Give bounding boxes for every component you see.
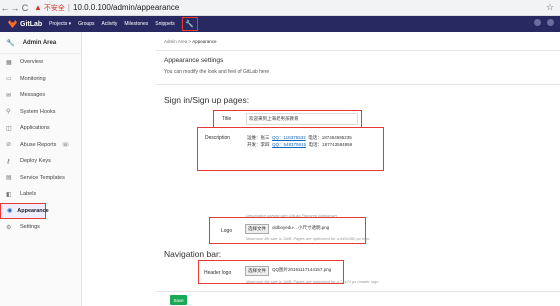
plus-icon[interactable] xyxy=(534,19,541,26)
warning-icon[interactable]: ▲ xyxy=(34,3,42,12)
insecure-label[interactable]: 不安全 xyxy=(44,3,65,13)
admin-sidebar: 🔧 Admin Area ▦ Overview ▭ Monitoring ✉ Mess… xyxy=(0,32,82,306)
nav-projects[interactable]: Projects ▾ xyxy=(49,21,71,27)
gitlab-logo[interactable]: GitLab xyxy=(8,20,42,28)
nav-activity[interactable]: Activity xyxy=(102,21,118,27)
url-bar[interactable]: 10.0.0.100/admin/appearance xyxy=(73,3,179,12)
nav-milestones[interactable]: Milestones xyxy=(124,21,148,27)
title-label: Title xyxy=(222,116,232,122)
bookmark-star-icon[interactable]: ☆ xyxy=(546,2,554,13)
navbar-heading: Navigation bar: xyxy=(164,249,222,259)
grid-icon: ▦ xyxy=(6,59,12,66)
header-logo-help: Maximum file size is 1MB. Pages are opti… xyxy=(246,279,379,284)
signin-heading: Sign in/Sign up pages: xyxy=(164,95,250,105)
description-line-1: 运维：张三 QQ：118375532 电话：187454595235 xyxy=(247,135,352,140)
nav-groups[interactable]: Groups xyxy=(78,21,94,27)
sidebar-item-monitoring[interactable]: ▭ Monitoring xyxy=(0,71,81,88)
wrench-icon: 🔧 xyxy=(6,39,15,47)
sidebar-title: Admin Area xyxy=(22,39,57,46)
divider xyxy=(156,50,560,51)
header-logo-label: Header logo xyxy=(204,270,232,276)
sidebar-item-deploy-keys[interactable]: ⚷ Deploy Keys xyxy=(0,153,81,170)
sidebar-item-applications[interactable]: ◫ Applications xyxy=(0,120,81,137)
logo-label: Logo xyxy=(221,228,233,234)
sidebar-item-service-templates[interactable]: ▤ Service Templates xyxy=(0,170,81,187)
key-icon: ⚷ xyxy=(6,158,11,165)
browser-toolbar: ← → C ▲ 不安全 | 10.0.0.100/admin/appearanc… xyxy=(0,0,560,16)
description-label: Description xyxy=(205,135,231,141)
breadcrumb: Admin Area > Appearance xyxy=(164,39,217,44)
sidebar-item-settings[interactable]: ⚙ Settings xyxy=(0,219,81,236)
reload-icon[interactable]: C xyxy=(20,3,30,13)
tanuki-icon xyxy=(8,20,17,28)
page-description: You can modify the look and feel of GitL… xyxy=(164,69,270,75)
sidebar-item-abuse-reports[interactable]: ⊘ Abuse Reports 0 xyxy=(0,137,81,154)
brand-name: GitLab xyxy=(20,20,43,28)
sidebar-item-system-hooks[interactable]: ⚲ System Hooks xyxy=(0,104,81,121)
divider xyxy=(156,84,560,85)
header-logo-choose-file-button[interactable]: 选择文件 xyxy=(245,266,269,276)
forward-icon[interactable]: → xyxy=(10,3,20,13)
apps-icon: ◫ xyxy=(6,125,12,132)
hook-icon: ⚲ xyxy=(6,109,11,116)
breadcrumb-current: Appearance xyxy=(192,39,217,44)
sidebar-item-overview[interactable]: ▦ Overview xyxy=(0,54,81,71)
page-title: Appearance settings xyxy=(164,57,224,64)
logo-filename: oldboyedu-...小尺寸透明.png xyxy=(272,225,330,230)
label-icon: ◧ xyxy=(6,191,12,198)
save-button[interactable]: Save xyxy=(170,295,187,305)
title-value: 欢迎来到上海老男孩教育 xyxy=(249,116,299,121)
alert-icon: ⊘ xyxy=(6,142,12,149)
appearance-icon: ◉ xyxy=(7,208,13,215)
gear-icon: ⚙ xyxy=(6,224,12,231)
admin-wrench-icon[interactable]: 🔧 xyxy=(181,17,198,31)
nav-snippets[interactable]: Snippets xyxy=(155,21,174,27)
top-navigation: GitLab Projects ▾ Groups Activity Milest… xyxy=(0,16,560,32)
sidebar-item-appearance[interactable]: ◉ Appearance xyxy=(0,202,49,219)
breadcrumb-parent[interactable]: Admin Area xyxy=(164,39,187,44)
abuse-count-badge: 0 xyxy=(62,142,69,148)
description-line-2: 开发：李四 QQ：548375915 电话：187743584959 xyxy=(247,142,353,147)
back-icon[interactable]: ← xyxy=(0,3,10,13)
monitor-icon: ▭ xyxy=(6,76,12,83)
template-icon: ▤ xyxy=(6,175,12,182)
logo-choose-file-button[interactable]: 选择文件 xyxy=(245,224,269,234)
sidebar-header[interactable]: 🔧 Admin Area xyxy=(0,32,81,54)
user-avatar[interactable] xyxy=(547,19,554,26)
message-icon: ✉ xyxy=(6,92,12,99)
divider xyxy=(156,291,560,292)
sidebar-item-messages[interactable]: ✉ Messages xyxy=(0,87,81,104)
header-logo-filename: QQ图片20191117144157.png xyxy=(272,267,332,272)
logo-help: Maximum file size is 1MB. Pages are opti… xyxy=(246,236,371,241)
sidebar-item-labels[interactable]: ◧ Labels xyxy=(0,186,81,203)
